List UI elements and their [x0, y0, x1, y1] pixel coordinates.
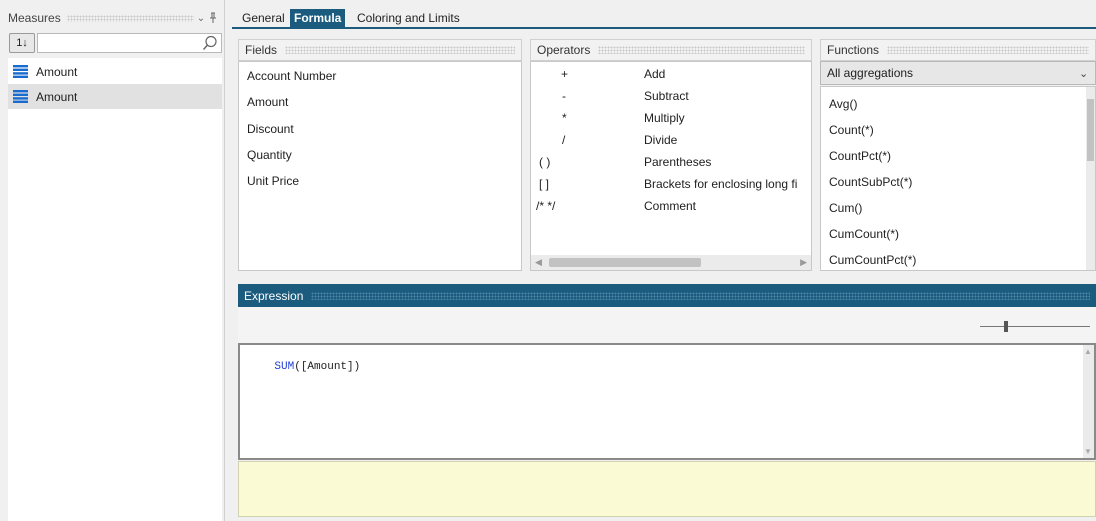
expression-text: ([Amount]) [294, 361, 361, 373]
operator-name: Parentheses [644, 155, 712, 169]
operator-row[interactable]: [ ] Brackets for enclosing long fi [531, 177, 811, 195]
measure-label: Amount [36, 89, 78, 104]
pin-icon[interactable] [208, 12, 222, 24]
operator-row[interactable]: ( ) Parentheses [531, 155, 811, 173]
scrollbar-thumb[interactable] [1087, 99, 1094, 161]
expression-keyword: SUM [274, 361, 295, 373]
operator-row[interactable]: * Multiply [531, 111, 811, 129]
fields-list: Account Number Amount Discount Quantity … [238, 61, 522, 271]
list-item[interactable]: Avg() [829, 97, 857, 111]
expression-editor[interactable]: SUM([Amount]) ▲ ▼ [238, 343, 1096, 460]
sort-button[interactable]: 1↓ [9, 33, 35, 53]
operator-name: Divide [644, 133, 678, 147]
header-grip [598, 46, 805, 54]
scroll-down-icon[interactable]: ▼ [1084, 447, 1092, 456]
list-item[interactable]: Quantity [247, 148, 292, 162]
list-item[interactable]: Amount [8, 84, 222, 109]
list-item[interactable]: Amount [8, 59, 222, 84]
list-item[interactable]: Discount [247, 122, 294, 136]
operator-symbol: + [561, 67, 569, 81]
operator-row[interactable]: + Add [531, 67, 811, 85]
operator-symbol: [ ] [539, 177, 550, 191]
expression-header: Expression [238, 284, 1096, 307]
list-item[interactable]: Unit Price [247, 174, 299, 188]
header-grip [285, 46, 515, 54]
tab-bar: General Formula Coloring and Limits [232, 0, 1096, 29]
vertical-scrollbar[interactable] [1086, 87, 1095, 270]
measures-panel: Measures ⌄ 1↓ Amount Amount [0, 0, 225, 521]
chevron-down-icon[interactable]: ⌄ [1079, 67, 1095, 80]
operator-name: Brackets for enclosing long fi [644, 177, 798, 191]
list-icon [13, 65, 28, 78]
measures-header: Measures ⌄ [8, 8, 222, 28]
operators-header: Operators [530, 39, 812, 61]
operators-list: + Add - Subtract * Multiply / Divide ( ) Pare… [530, 61, 812, 271]
scrollbar-thumb[interactable] [549, 258, 701, 267]
functions-dropdown[interactable]: All aggregations ⌄ [820, 61, 1096, 85]
operator-symbol: / [562, 133, 566, 147]
measure-list: Amount Amount [8, 58, 222, 521]
expression-toolbar [238, 307, 1096, 343]
zoom-slider-track [980, 326, 1090, 327]
list-icon [13, 90, 28, 103]
scroll-left-icon[interactable]: ◀ [535, 257, 542, 268]
chevron-down-icon[interactable]: ⌄ [194, 13, 208, 24]
search-icon[interactable] [202, 35, 218, 51]
measure-label: Amount [36, 64, 78, 79]
operator-row[interactable]: - Subtract [531, 89, 811, 107]
operator-symbol: ( ) [539, 155, 551, 169]
functions-dropdown-value: All aggregations [827, 66, 914, 80]
scroll-right-icon[interactable]: ▶ [800, 257, 807, 268]
horizontal-scrollbar[interactable]: ◀ ▶ [531, 255, 811, 270]
zoom-slider[interactable] [980, 321, 1090, 332]
scroll-up-icon[interactable]: ▲ [1084, 347, 1092, 356]
header-grip [66, 14, 194, 22]
fields-title: Fields [245, 43, 278, 57]
functions-list: Avg() Count(*) CountPct(*) CountSubPct(*… [820, 86, 1096, 271]
functions-header: Functions [820, 39, 1096, 61]
tab-coloring-and-limits[interactable]: Coloring and Limits [353, 9, 464, 27]
list-item[interactable]: Account Number [247, 69, 336, 83]
expression-title: Expression [244, 288, 304, 303]
operator-row[interactable]: /* */ Comment [531, 199, 811, 217]
tab-general[interactable]: General [238, 9, 289, 27]
operator-row[interactable]: / Divide [531, 133, 811, 151]
operator-symbol: /* */ [536, 199, 556, 213]
list-item[interactable]: CumCountPct(*) [829, 253, 916, 267]
list-item[interactable]: Count(*) [829, 123, 874, 137]
operator-symbol: - [562, 89, 566, 103]
list-item[interactable]: CountPct(*) [829, 149, 891, 163]
list-item[interactable]: CountSubPct(*) [829, 175, 912, 189]
operator-name: Comment [644, 199, 697, 213]
operator-symbol: * [562, 111, 567, 125]
operators-title: Operators [537, 43, 591, 57]
list-item[interactable]: Cum() [829, 201, 862, 215]
expression-code: SUM([Amount]) [248, 349, 360, 385]
operator-name: Add [644, 67, 666, 81]
list-item[interactable]: Amount [247, 95, 288, 109]
zoom-slider-thumb[interactable] [1004, 321, 1008, 332]
fields-header: Fields [238, 39, 522, 61]
sort-label: 1↓ [16, 37, 28, 49]
search-input[interactable] [37, 33, 222, 53]
tab-formula[interactable]: Formula [290, 9, 346, 27]
functions-title: Functions [827, 43, 880, 57]
operator-name: Multiply [644, 111, 685, 125]
measures-title: Measures [8, 11, 61, 25]
header-grip [311, 291, 1090, 300]
list-item[interactable]: CumCount(*) [829, 227, 899, 241]
operator-name: Subtract [644, 89, 689, 103]
header-grip [887, 46, 1089, 54]
vertical-scrollbar[interactable]: ▲ ▼ [1083, 345, 1094, 458]
message-area [238, 461, 1096, 517]
